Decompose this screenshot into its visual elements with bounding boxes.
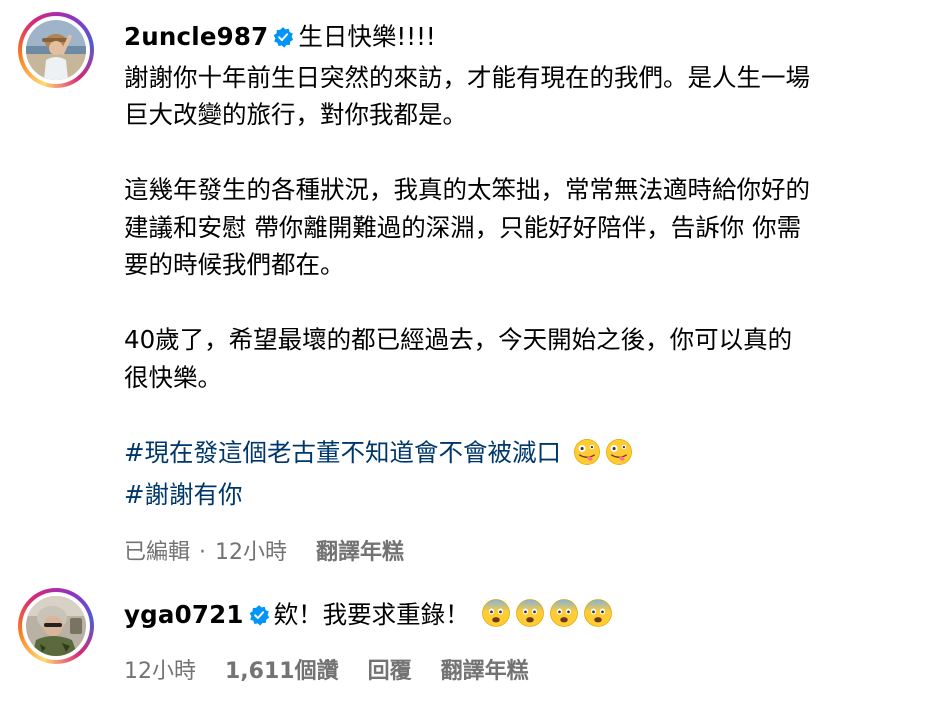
- hashtag-link[interactable]: #現在發這個老古董不知道會不會被滅口: [124, 434, 924, 477]
- fearful-face-emoji: [549, 598, 579, 639]
- reply-text-line: yga0721 欸！我要求重錄！: [124, 596, 924, 639]
- verified-badge-icon: [248, 599, 270, 637]
- avatar[interactable]: [26, 20, 86, 80]
- caption-line: 要的時候我們都在。: [124, 250, 345, 279]
- edited-label: 已編輯: [124, 539, 191, 565]
- username[interactable]: 2uncle987: [124, 22, 268, 51]
- caption-line: 很快樂。: [124, 362, 222, 392]
- likes-count[interactable]: 1,611個讚: [225, 653, 339, 685]
- caption-line: 巨大改變的旅行，對你我都是。: [124, 100, 467, 129]
- translate-button[interactable]: 翻譯年糕: [441, 653, 529, 685]
- story-ring[interactable]: [18, 12, 94, 88]
- zany-face-emoji: [605, 438, 633, 477]
- caption-line: 這幾年發生的各種狀況，我真的太笨拙，常常無法適時給你好的: [124, 175, 810, 204]
- caption-meta-row: 已編輯 · 12小時 翻譯年糕: [124, 534, 924, 566]
- caption-line: 40歲了，希望最壞的都已經過去，今天開始之後，你可以真的: [124, 325, 793, 354]
- story-ring[interactable]: [18, 588, 94, 664]
- verified-badge-icon: [272, 21, 294, 59]
- fearful-face-emoji: [481, 598, 511, 639]
- fearful-face-emoji: [583, 598, 613, 639]
- username[interactable]: yga0721: [124, 600, 244, 629]
- hashtag-link[interactable]: #謝謝有你: [124, 476, 924, 514]
- zany-face-emoji: [573, 438, 601, 477]
- meta-separator: ·: [199, 539, 207, 565]
- reply-text: 欸！我要求重錄！: [273, 600, 470, 629]
- translate-button[interactable]: 翻譯年糕: [316, 534, 404, 566]
- reply-button[interactable]: 回覆: [368, 653, 412, 685]
- avatar[interactable]: [26, 596, 86, 656]
- reply-meta-row: 12小時 1,611個讚 回覆 翻譯年糕: [124, 653, 924, 685]
- fearful-face-emoji: [515, 598, 545, 639]
- caption-greeting: 生日快樂!!!!: [298, 22, 436, 51]
- caption-first-line: 2uncle987 生日快樂!!!!: [124, 18, 924, 59]
- caption-line: 謝謝你十年前生日突然的來訪，才能有現在的我們。是人生一場: [124, 62, 810, 92]
- timestamp[interactable]: 12小時: [215, 534, 287, 566]
- timestamp[interactable]: 12小時: [124, 653, 196, 685]
- caption-line: 建議和安慰 帶你離開難過的深淵，只能好好陪伴，告訴你 你需: [124, 212, 802, 242]
